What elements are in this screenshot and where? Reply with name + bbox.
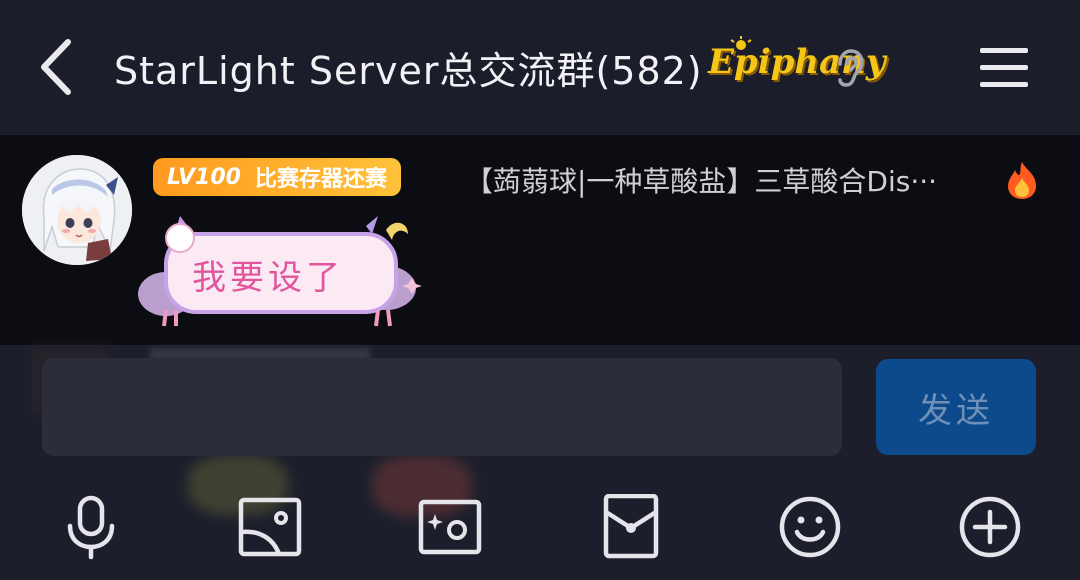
level-text: LV100 [167, 164, 241, 190]
ear-icon[interactable] [832, 48, 866, 88]
member-title-tag: 比赛存器还赛 [254, 167, 387, 192]
red-packet-icon[interactable] [598, 494, 664, 560]
microphone-icon[interactable] [58, 494, 124, 560]
camera-icon[interactable] [417, 494, 483, 560]
send-button[interactable]: 发送 [876, 359, 1036, 455]
chat-title[interactable]: StarLight Server总交流群(582) [114, 40, 703, 95]
level-badge: LV100 比赛存器还赛 [153, 158, 401, 196]
emoji-icon[interactable] [777, 494, 843, 560]
avatar[interactable] [22, 155, 132, 265]
avatar-image [22, 155, 132, 265]
plus-icon[interactable] [957, 494, 1023, 560]
message-input[interactable] [42, 358, 842, 456]
menu-icon[interactable] [978, 46, 1030, 88]
message-preview-text: 【蒟蒻球|一种草酸盐】三草酸合Dis··· [465, 165, 938, 198]
fire-icon [1008, 162, 1036, 199]
back-arrow-icon[interactable] [30, 36, 86, 98]
image-icon[interactable] [237, 494, 303, 560]
sticker-text: 我要设了 [192, 258, 344, 298]
